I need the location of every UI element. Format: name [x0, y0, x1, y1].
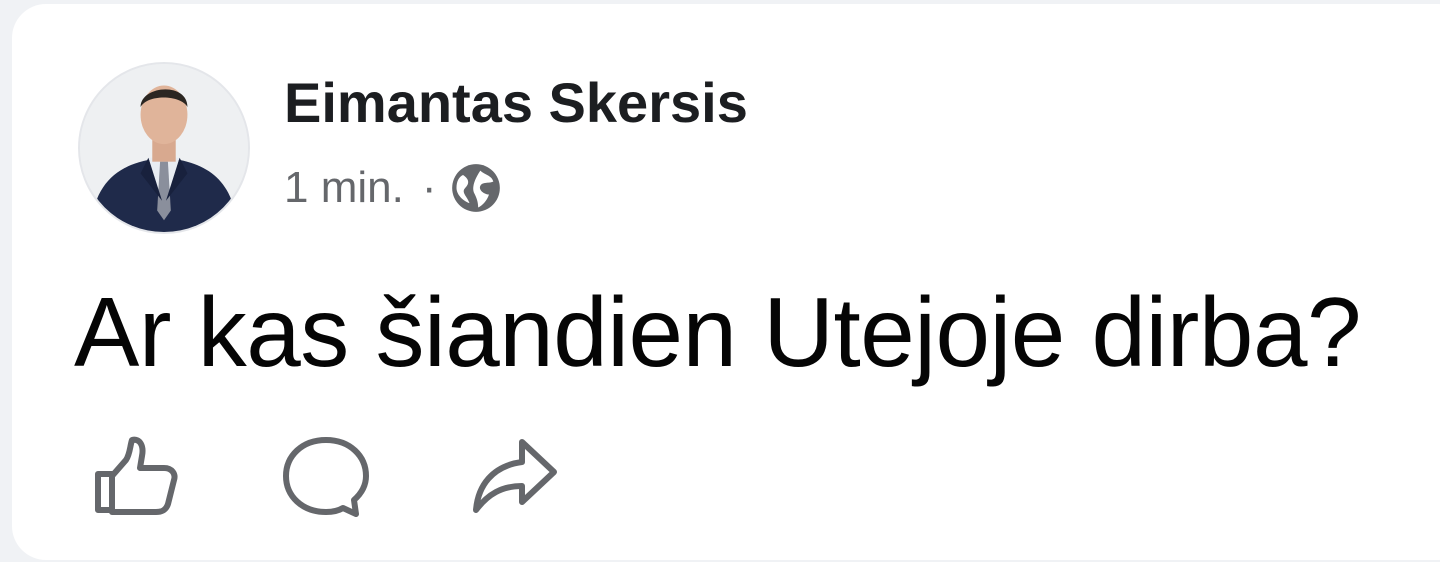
- avatar[interactable]: [78, 62, 250, 234]
- post-meta: 1 min. ·: [284, 162, 502, 214]
- post-text: Ar kas šiandien Utejoje dirba?: [74, 277, 1361, 387]
- post-timestamp[interactable]: 1 min.: [284, 163, 404, 213]
- author-photo: [80, 64, 248, 232]
- like-button[interactable]: [86, 428, 186, 528]
- thumbs-up-icon: [95, 436, 178, 515]
- author-name[interactable]: Eimantas Skersis: [284, 70, 748, 135]
- comment-button[interactable]: [276, 428, 376, 528]
- post-card: Eimantas Skersis 1 min. · Ar kas šiandie…: [12, 4, 1440, 560]
- share-button[interactable]: [466, 428, 566, 528]
- speech-bubble-icon: [283, 437, 369, 517]
- meta-separator: ·: [421, 163, 437, 212]
- share-arrow-icon: [473, 439, 557, 513]
- globe-icon[interactable]: [450, 162, 502, 214]
